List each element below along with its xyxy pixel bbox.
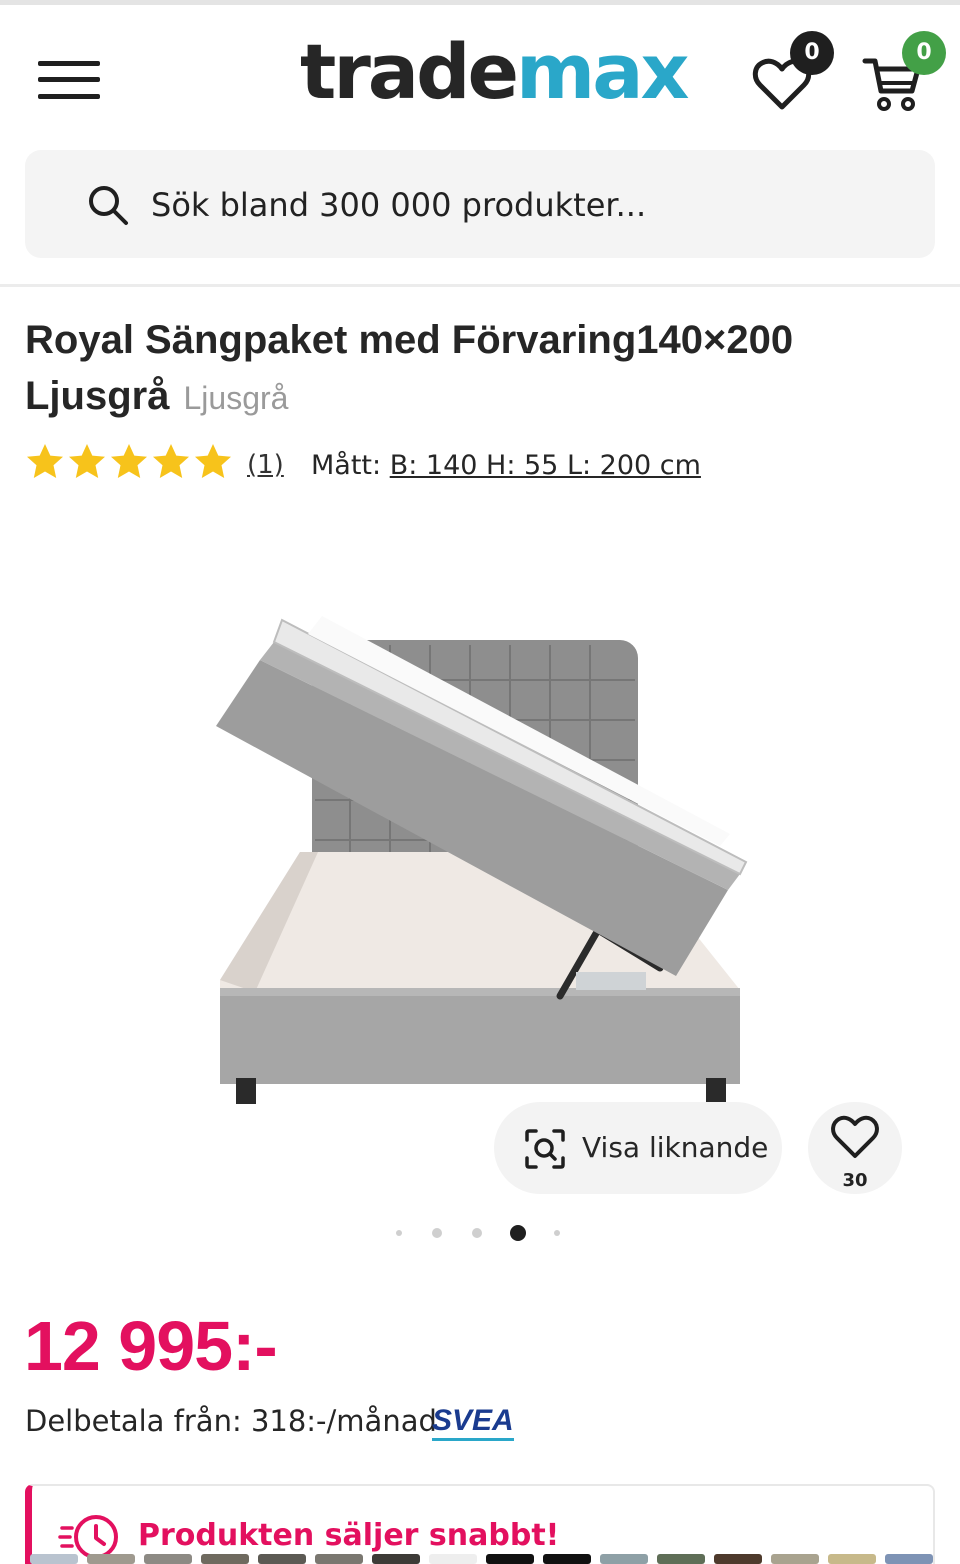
selling-fast-text: Produkten säljer snabbt! xyxy=(138,1518,560,1553)
product-title: Royal Sängpaket med Förvaring140×200 Lju… xyxy=(25,312,935,426)
cart-button[interactable]: 0 xyxy=(862,31,952,121)
thumbnail[interactable] xyxy=(714,1554,762,1564)
thumbnail[interactable] xyxy=(30,1554,78,1564)
thumbnail[interactable] xyxy=(828,1554,876,1564)
carousel-dot[interactable] xyxy=(510,1225,526,1241)
star-icon xyxy=(111,444,147,478)
thumbnail[interactable] xyxy=(657,1554,705,1564)
search-icon xyxy=(89,186,128,225)
site-header: trademax 0 0 Sök bland 300 000 produkter… xyxy=(0,5,960,287)
carousel-dot[interactable] xyxy=(472,1228,482,1238)
thumbnail[interactable] xyxy=(258,1554,306,1564)
product-variant: Ljusgrå xyxy=(183,380,289,416)
favorite-button[interactable]: 30 xyxy=(808,1102,902,1194)
carousel-dot[interactable] xyxy=(396,1230,402,1236)
visa-liknande-button[interactable]: Visa liknande xyxy=(494,1102,782,1194)
star-icon xyxy=(69,444,105,478)
dimensions-value[interactable]: B: 140 H: 55 L: 200 cm xyxy=(390,450,701,481)
visual-search-icon xyxy=(525,1129,565,1169)
wishlist-button[interactable]: 0 xyxy=(750,31,840,121)
carousel-dot[interactable] xyxy=(432,1228,442,1238)
star-icon xyxy=(27,444,63,478)
star-icon xyxy=(153,444,189,478)
search-placeholder: Sök bland 300 000 produkter... xyxy=(151,186,647,224)
product-image[interactable] xyxy=(200,600,760,1120)
rating-stars[interactable] xyxy=(25,442,235,488)
rating-row: (1) Mått: B: 140 H: 55 L: 200 cm xyxy=(25,442,935,492)
review-count-link[interactable]: (1) xyxy=(247,450,284,480)
star-icon xyxy=(195,444,231,478)
selling-fast-notice: Produkten säljer snabbt! xyxy=(25,1484,935,1564)
cart-count-badge: 0 xyxy=(902,31,946,75)
thumbnail[interactable] xyxy=(543,1554,591,1564)
logo-text-max: max xyxy=(516,27,689,116)
thumbnail[interactable] xyxy=(87,1554,135,1564)
installment-text: Delbetala från: 318:-/månad xyxy=(25,1404,437,1438)
search-input[interactable]: Sök bland 300 000 produkter... xyxy=(25,150,935,258)
svea-logo[interactable]: SVEA xyxy=(432,1404,514,1441)
thumbnail[interactable] xyxy=(201,1554,249,1564)
logo[interactable]: trademax xyxy=(300,27,690,117)
favorite-count: 30 xyxy=(842,1170,868,1191)
product-price: 12 995:- xyxy=(24,1307,278,1385)
thumbnail[interactable] xyxy=(429,1554,477,1564)
thumbnail[interactable] xyxy=(486,1554,534,1564)
product-title-text: Royal Sängpaket med Förvaring140×200 Lju… xyxy=(25,318,794,418)
thumbnail[interactable] xyxy=(372,1554,420,1564)
thumbnail[interactable] xyxy=(315,1554,363,1564)
image-carousel-dots xyxy=(392,1222,572,1244)
logo-text-trade: trade xyxy=(300,27,519,116)
wishlist-count-badge: 0 xyxy=(790,31,834,75)
thumbnail[interactable] xyxy=(885,1554,933,1564)
heart-icon xyxy=(831,1115,879,1158)
carousel-dot[interactable] xyxy=(554,1230,560,1236)
thumbnail-strip xyxy=(0,1554,960,1564)
dimensions: Mått: B: 140 H: 55 L: 200 cm xyxy=(311,450,701,481)
thumbnail[interactable] xyxy=(771,1554,819,1564)
thumbnail[interactable] xyxy=(600,1554,648,1564)
thumbnail[interactable] xyxy=(144,1554,192,1564)
visa-liknande-label: Visa liknande xyxy=(582,1131,769,1164)
dimensions-label: Mått: xyxy=(311,450,390,481)
menu-icon[interactable] xyxy=(38,59,102,105)
